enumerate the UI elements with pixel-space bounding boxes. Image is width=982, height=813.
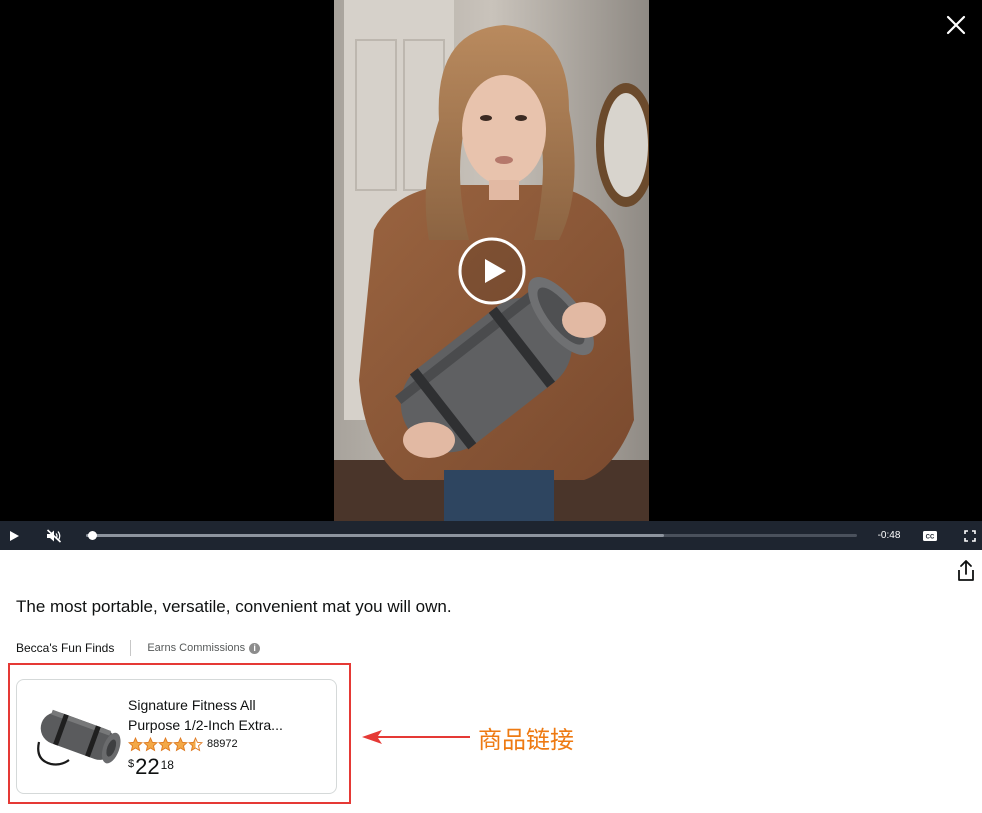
product-thumbnail-image <box>37 709 121 766</box>
divider <box>130 640 132 656</box>
price-whole: 22 <box>135 754 160 779</box>
play-circle-icon <box>458 237 526 305</box>
mute-toggle-button[interactable] <box>40 521 68 550</box>
share-button[interactable] <box>955 559 977 583</box>
progress-scrubber-handle[interactable] <box>88 531 98 540</box>
play-icon <box>10 530 19 541</box>
annotation-arrow-icon <box>362 730 470 744</box>
video-control-bar: -0:48 CC <box>0 521 982 550</box>
star-full-icon <box>143 736 158 751</box>
review-count: 88972 <box>207 738 238 750</box>
progress-buffered <box>86 534 665 537</box>
cc-label: CC <box>926 534 935 540</box>
close-icon <box>946 15 966 35</box>
star-full-icon <box>128 736 143 751</box>
closed-captions-icon: CC <box>923 530 937 541</box>
play-overlay-button[interactable] <box>457 236 527 306</box>
time-remaining: -0:48 <box>877 530 901 541</box>
share-icon <box>958 560 974 581</box>
creator-name-link[interactable]: Becca's Fun Finds <box>16 641 114 655</box>
closed-captions-button[interactable]: CC <box>916 521 944 550</box>
product-title[interactable]: Signature Fitness All Purpose 1/2-Inch E… <box>128 695 328 735</box>
close-button[interactable] <box>944 13 968 37</box>
video-player[interactable] <box>0 0 982 550</box>
star-full-icon <box>158 736 173 751</box>
product-card[interactable]: Signature Fitness All Purpose 1/2-Inch E… <box>16 679 337 794</box>
product-price: $ 22 18 <box>128 755 174 779</box>
fullscreen-button[interactable] <box>956 521 982 550</box>
price-fraction: 18 <box>160 758 174 772</box>
creator-row: Becca's Fun Finds Earns Commissions i <box>16 640 261 656</box>
star-rating <box>128 736 203 752</box>
video-progress-bar[interactable] <box>86 531 857 540</box>
product-title-line-2: Purpose 1/2-Inch Extra... <box>128 717 283 733</box>
earns-commissions-label: Earns Commissions <box>147 642 246 654</box>
fullscreen-icon <box>964 529 976 542</box>
star-full-icon <box>173 736 188 751</box>
product-title-line-1: Signature Fitness All <box>128 697 256 713</box>
info-icon[interactable]: i <box>249 642 261 654</box>
product-rating[interactable]: 88972 <box>128 736 238 752</box>
star-half-icon <box>188 736 203 751</box>
play-button[interactable] <box>0 521 28 550</box>
video-caption: The most portable, versatile, convenient… <box>16 597 452 616</box>
price-currency-symbol: $ <box>128 758 135 770</box>
muted-speaker-icon <box>46 528 62 543</box>
annotation-label: 商品链接 <box>478 726 574 754</box>
